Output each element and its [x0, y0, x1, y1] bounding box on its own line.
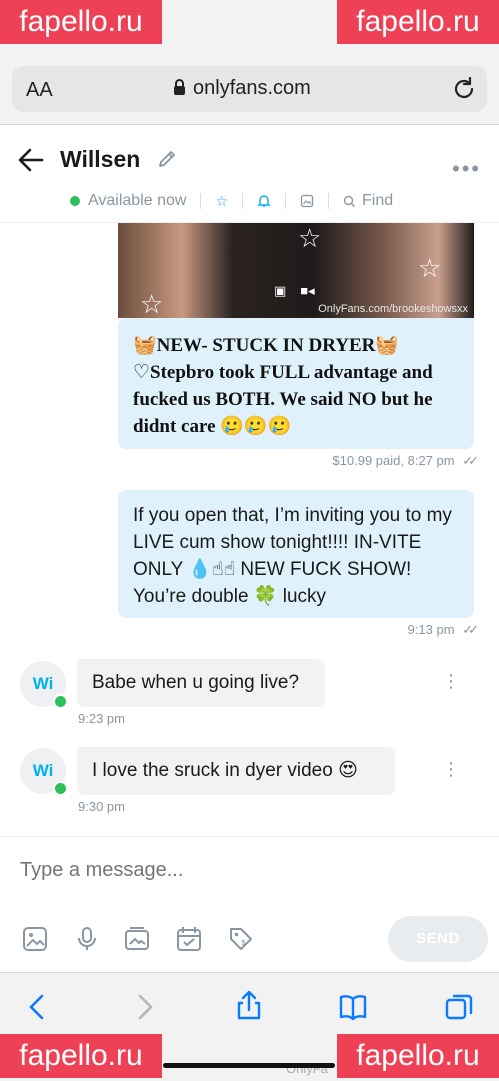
video-icon: ■◂: [300, 283, 315, 298]
watermark-badge: fapello.ru: [0, 1034, 162, 1078]
watermark-badge: fapello.ru: [337, 1034, 499, 1078]
divider: [242, 193, 243, 209]
image-upload-icon[interactable]: [22, 926, 48, 952]
message-meta: $10.99 paid, 8:27 pm ✓✓: [300, 453, 479, 469]
doodle-star: ☆: [140, 289, 164, 318]
message-text: I love the sruck in dyer video 😍: [92, 760, 358, 781]
divider: [0, 836, 499, 837]
tabs-icon[interactable]: [444, 992, 474, 1022]
message-bubble-incoming: I love the sruck in dyer video 😍: [77, 747, 395, 795]
price-tag-icon[interactable]: $: [228, 926, 254, 952]
share-icon[interactable]: [234, 990, 264, 1020]
edit-pencil-icon[interactable]: [156, 148, 178, 170]
message-text: 🧺NEW- STUCK IN DRYER🧺 ♡Stepbro took FULL…: [133, 335, 433, 437]
message-input[interactable]: [20, 859, 460, 882]
message-price-time: $10.99 paid, 8:27 pm: [332, 453, 455, 468]
url-display[interactable]: onlyfans.com: [174, 77, 311, 100]
media-type-icons: ▣ ■◂: [274, 283, 315, 299]
availability-text: Available now: [88, 192, 187, 209]
online-dot: [70, 196, 80, 206]
url-text: onlyfans.com: [193, 77, 311, 99]
message-text: If you open that, I’m inviting you to my…: [133, 505, 452, 607]
back-arrow-icon[interactable]: [16, 146, 46, 174]
online-dot: [53, 694, 68, 709]
search-icon[interactable]: [343, 195, 356, 208]
read-checkmarks-icon: ✓✓: [462, 622, 479, 637]
more-options-icon[interactable]: •••: [452, 156, 481, 182]
message-media-preview[interactable]: ☆ ☆ ☆ ▣ ■◂ OnlyFans.com/brookeshowsxx: [118, 223, 474, 318]
divider: [285, 193, 286, 209]
media-watermark-caption: OnlyFans.com/brookeshowsxx: [318, 303, 468, 315]
send-button[interactable]: SEND: [388, 916, 488, 962]
browser-forward-icon[interactable]: [130, 992, 160, 1022]
message-bubble-outgoing: 🧺NEW- STUCK IN DRYER🧺 ♡Stepbro took FULL…: [118, 318, 474, 449]
microphone-icon[interactable]: [74, 926, 100, 952]
message-time: 9:23 pm: [78, 711, 125, 726]
doodle-star: ☆: [418, 253, 442, 283]
gallery-icon[interactable]: [300, 194, 314, 208]
message-text: Babe when u going live?: [92, 672, 300, 693]
browser-back-icon[interactable]: [22, 992, 52, 1022]
message-time: 9:13 pm: [407, 622, 455, 637]
online-dot: [53, 781, 68, 796]
photo-icon: ▣: [274, 283, 287, 298]
text-size-button[interactable]: AA: [26, 79, 53, 102]
find-label[interactable]: Find: [362, 192, 393, 210]
lock-icon: [174, 79, 185, 95]
doodle-star: ☆: [298, 223, 322, 253]
home-indicator: [163, 1063, 335, 1068]
divider: [200, 193, 202, 209]
message-options-icon[interactable]: ⋮: [442, 760, 460, 778]
media-vault-icon[interactable]: [124, 926, 150, 952]
message-options-icon[interactable]: ⋮: [442, 672, 460, 690]
watermark-badge: fapello.ru: [0, 0, 162, 44]
message-bubble-outgoing: If you open that, I’m inviting you to my…: [118, 490, 474, 618]
reload-icon[interactable]: [451, 76, 477, 102]
message-time: 9:30 pm: [78, 799, 125, 814]
message-bubble-incoming: Babe when u going live?: [77, 659, 325, 707]
read-checkmarks-icon: ✓✓: [462, 453, 479, 468]
chat-status-row: Available now ☆ Find: [70, 190, 393, 212]
bell-icon[interactable]: [257, 194, 271, 208]
divider: [328, 193, 329, 209]
schedule-calendar-icon[interactable]: [176, 926, 202, 952]
message-meta: 9:13 pm ✓✓: [300, 622, 479, 638]
star-icon[interactable]: ☆: [215, 193, 228, 210]
chat-title: Willsen: [60, 146, 141, 172]
bookmarks-icon[interactable]: [338, 992, 368, 1022]
svg-text:$: $: [241, 938, 246, 947]
watermark-badge: fapello.ru: [337, 0, 499, 44]
divider: [0, 124, 499, 125]
